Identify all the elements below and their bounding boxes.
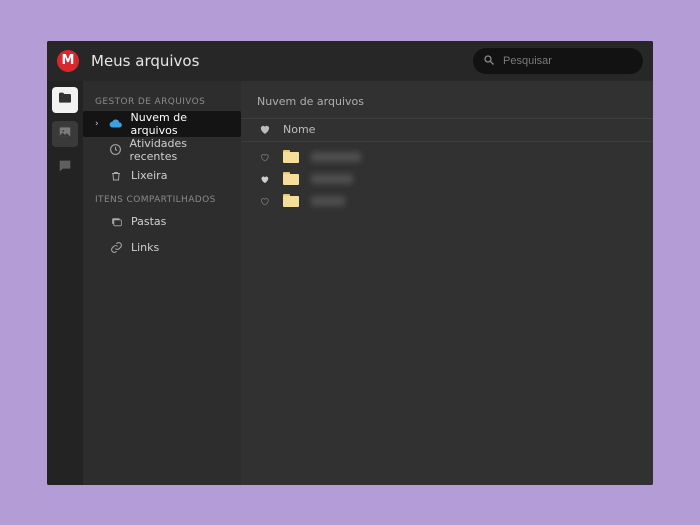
chat-icon: [57, 158, 73, 178]
rail-item-gallery[interactable]: [52, 121, 78, 147]
app-window: M Meus arquivos: [47, 41, 653, 485]
sidebar-item-label: Links: [131, 241, 159, 254]
file-list: [241, 142, 653, 216]
sidebar-item-shared-folders[interactable]: › Pastas: [83, 209, 241, 235]
rail-item-chat[interactable]: [52, 155, 78, 181]
trash-icon: [109, 169, 123, 183]
file-name-redacted: [311, 174, 353, 184]
sidebar-section-header: GESTOR DE ARQUIVOS: [83, 91, 241, 111]
sidebar-section-header: ITENS COMPARTILHADOS: [83, 189, 241, 209]
folders-icon: [109, 215, 123, 229]
sidebar-item-links[interactable]: › Links: [83, 235, 241, 261]
table-row[interactable]: [241, 168, 653, 190]
heart-outline-icon: [260, 147, 269, 166]
folder-icon: [283, 150, 299, 163]
breadcrumb: Nuvem de arquivos: [241, 81, 653, 118]
sidebar-item-label: Lixeira: [131, 169, 167, 182]
folder-icon: [283, 172, 299, 185]
table-row[interactable]: [241, 146, 653, 168]
column-name[interactable]: Nome: [283, 123, 315, 136]
sidebar-item-recent[interactable]: › Atividades recentes: [83, 137, 241, 163]
chevron-right-icon: ›: [93, 119, 101, 129]
rail-item-files[interactable]: [52, 87, 78, 113]
link-icon: [109, 241, 123, 255]
row-favorite-toggle[interactable]: [257, 191, 271, 210]
search-icon: [483, 51, 495, 70]
file-name-redacted: [311, 196, 345, 206]
image-icon: [58, 124, 72, 143]
topbar: M Meus arquivos: [47, 41, 653, 81]
heart-icon: [259, 120, 270, 139]
sidebar-item-label: Pastas: [131, 215, 166, 228]
table-header: Nome: [241, 118, 653, 142]
search-box[interactable]: [473, 48, 643, 74]
folder-icon: [283, 194, 299, 207]
clock-icon: [108, 143, 121, 157]
sidebar-item-label: Atividades recentes: [130, 137, 231, 163]
row-favorite-toggle[interactable]: [257, 147, 271, 166]
heart-outline-icon: [260, 191, 269, 210]
page-title: Meus arquivos: [91, 52, 199, 70]
cloud-icon: [109, 117, 123, 131]
column-favorite[interactable]: [257, 120, 271, 139]
row-favorite-toggle[interactable]: [257, 169, 271, 188]
sidebar-item-label: Nuvem de arquivos: [131, 111, 231, 137]
folder-icon: [57, 90, 73, 110]
heart-icon: [260, 169, 269, 188]
table-row[interactable]: [241, 190, 653, 212]
nav-rail: [47, 81, 83, 485]
search-input[interactable]: [503, 55, 633, 67]
sidebar: GESTOR DE ARQUIVOS › Nuvem de arquivos ›: [83, 81, 241, 485]
file-name-redacted: [311, 152, 361, 162]
logo-letter: M: [62, 53, 75, 68]
app-body: GESTOR DE ARQUIVOS › Nuvem de arquivos ›: [47, 81, 653, 485]
sidebar-item-trash[interactable]: › Lixeira: [83, 163, 241, 189]
sidebar-item-cloud-drive[interactable]: › Nuvem de arquivos: [83, 111, 241, 137]
content-area: Nuvem de arquivos Nome: [241, 81, 653, 485]
app-logo: M: [57, 50, 79, 72]
